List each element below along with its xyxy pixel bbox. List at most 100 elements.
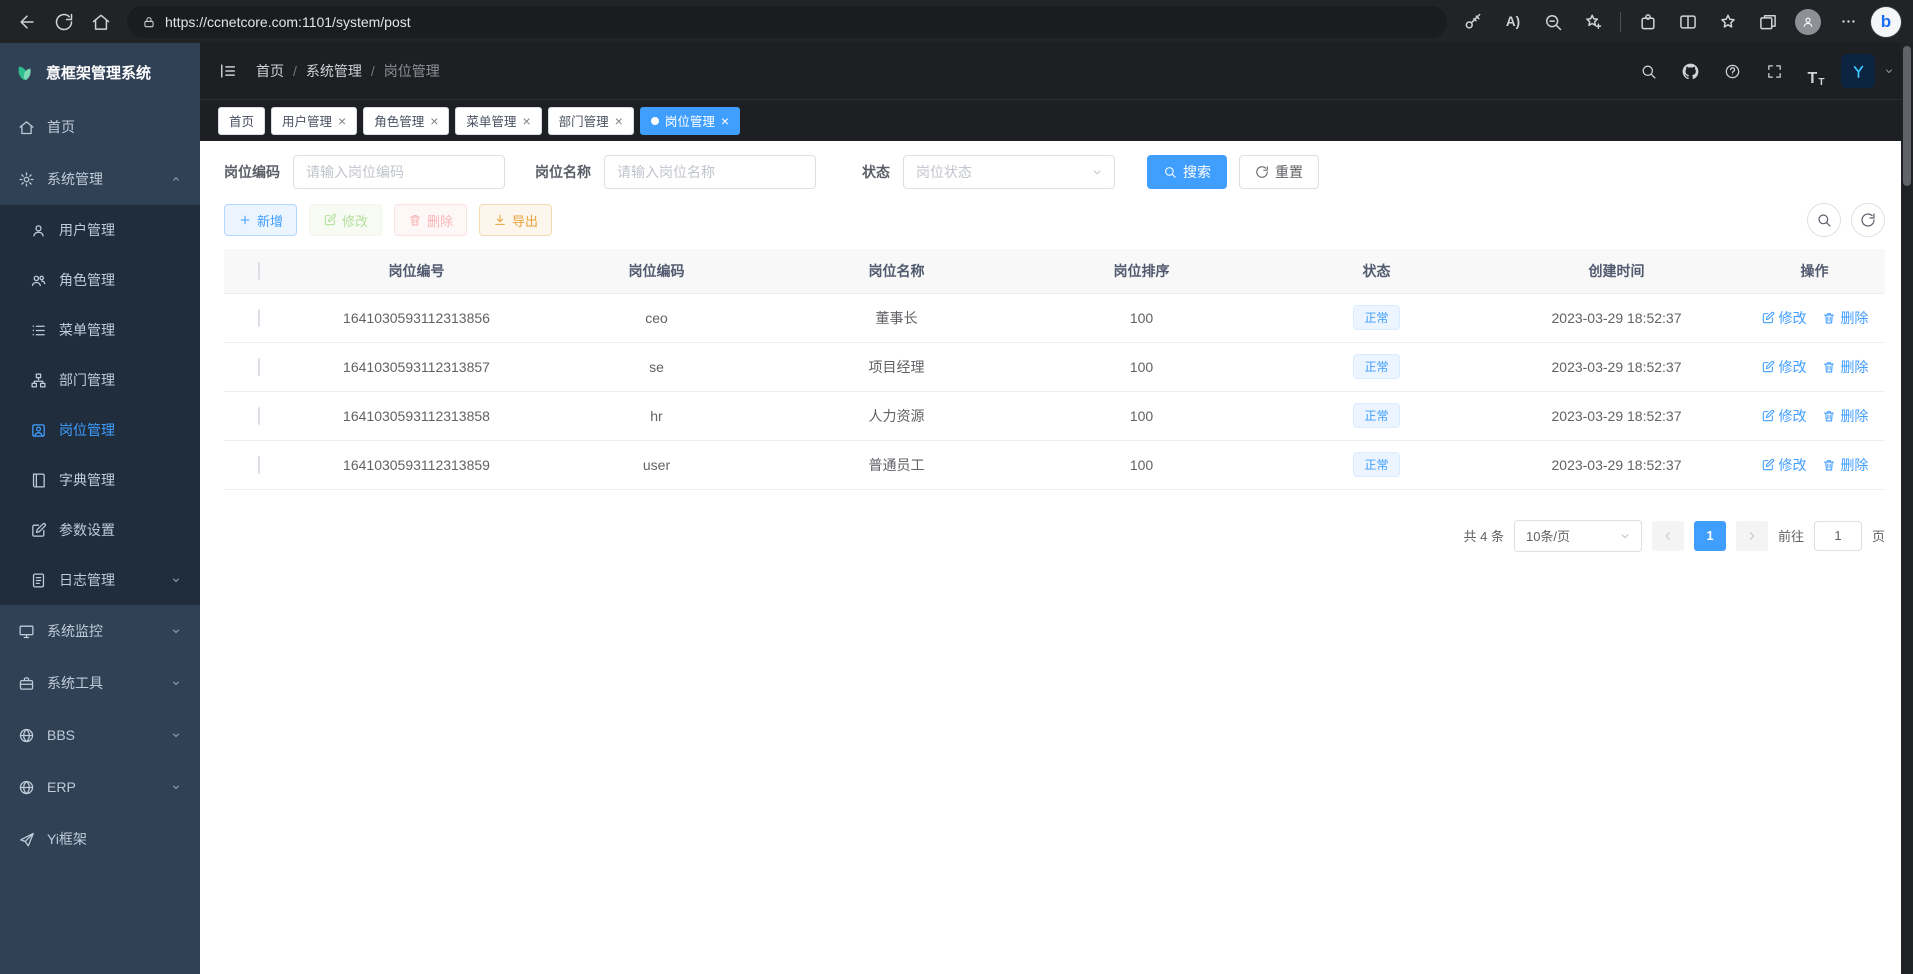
row-delete-button[interactable]: 删除 bbox=[1822, 406, 1868, 426]
password-key-icon[interactable] bbox=[1456, 5, 1490, 39]
avatar-caret-down-icon[interactable] bbox=[1883, 65, 1895, 77]
sidebar-item-log-mgmt[interactable]: 日志管理 bbox=[0, 555, 200, 605]
column-post-code: 岗位编码 bbox=[539, 249, 774, 293]
tab-home[interactable]: 首页 bbox=[218, 107, 265, 135]
row-checkbox[interactable] bbox=[258, 456, 260, 474]
page-size-select[interactable]: 10条/页 bbox=[1514, 520, 1642, 552]
post-name-input[interactable] bbox=[604, 155, 816, 189]
status-select[interactable]: 岗位状态 bbox=[903, 155, 1115, 189]
reset-button[interactable]: 重置 bbox=[1239, 155, 1319, 189]
sidebar-item-label: 系统管理 bbox=[47, 169, 158, 189]
cell-post-sort: 100 bbox=[1019, 342, 1264, 391]
page-number-button[interactable]: 1 bbox=[1694, 521, 1726, 551]
favorite-add-icon[interactable] bbox=[1576, 5, 1610, 39]
fullscreen-icon[interactable] bbox=[1757, 54, 1791, 88]
tab-close-icon[interactable]: × bbox=[522, 114, 530, 128]
read-aloud-icon[interactable]: A) bbox=[1496, 5, 1530, 39]
tab-role-mgmt[interactable]: 角色管理 × bbox=[363, 107, 449, 135]
row-edit-button[interactable]: 修改 bbox=[1761, 406, 1807, 426]
address-bar[interactable]: https://ccnetcore.com:1101/system/post bbox=[127, 6, 1447, 38]
collections-icon[interactable] bbox=[1751, 5, 1785, 39]
tab-close-icon[interactable]: × bbox=[338, 114, 346, 128]
breadcrumb-system[interactable]: 系统管理 bbox=[306, 61, 362, 81]
sidebar-item-dept-mgmt[interactable]: 部门管理 bbox=[0, 355, 200, 405]
sidebar-item-post-mgmt[interactable]: 岗位管理 bbox=[0, 405, 200, 455]
extensions-icon[interactable] bbox=[1631, 5, 1665, 39]
refresh-table-button[interactable] bbox=[1851, 203, 1885, 237]
row-checkbox[interactable] bbox=[258, 309, 260, 327]
chevron-down-icon bbox=[1090, 165, 1104, 179]
row-delete-button[interactable]: 删除 bbox=[1822, 455, 1868, 475]
browser-profile-avatar[interactable] bbox=[1791, 5, 1825, 39]
select-all-checkbox[interactable] bbox=[258, 262, 260, 280]
page-jump-input[interactable] bbox=[1814, 521, 1862, 551]
sidebar-fold-icon[interactable] bbox=[218, 61, 238, 81]
tab-close-icon[interactable]: × bbox=[615, 114, 623, 128]
row-edit-button[interactable]: 修改 bbox=[1761, 308, 1807, 328]
app-title: 意框架管理系统 bbox=[46, 62, 151, 83]
search-button[interactable]: 搜索 bbox=[1147, 155, 1227, 189]
sidebar-item-system-monitor[interactable]: 系统监控 bbox=[0, 605, 200, 657]
sidebar-item-user-mgmt[interactable]: 用户管理 bbox=[0, 205, 200, 255]
sidebar-item-erp[interactable]: ERP bbox=[0, 761, 200, 813]
sidebar-item-system-mgmt[interactable]: 系统管理 bbox=[0, 153, 200, 205]
tab-post-mgmt[interactable]: 岗位管理 × bbox=[640, 107, 740, 135]
sidebar-item-menu-mgmt[interactable]: 菜单管理 bbox=[0, 305, 200, 355]
refresh-icon[interactable] bbox=[47, 5, 81, 39]
breadcrumb-home[interactable]: 首页 bbox=[256, 61, 284, 81]
split-screen-icon[interactable] bbox=[1671, 5, 1705, 39]
row-delete-button[interactable]: 删除 bbox=[1822, 308, 1868, 328]
tab-dept-mgmt[interactable]: 部门管理 × bbox=[548, 107, 634, 135]
settings-more-icon[interactable] bbox=[1831, 5, 1865, 39]
cell-post-name: 普通员工 bbox=[774, 440, 1019, 489]
sidebar-item-label: 参数设置 bbox=[59, 520, 182, 540]
favorites-icon[interactable] bbox=[1711, 5, 1745, 39]
sidebar-item-dict-mgmt[interactable]: 字典管理 bbox=[0, 455, 200, 505]
row-edit-button[interactable]: 修改 bbox=[1761, 357, 1807, 377]
scrollbar-thumb[interactable] bbox=[1903, 46, 1911, 186]
edit-button[interactable]: 修改 bbox=[309, 204, 382, 236]
tab-close-icon[interactable]: × bbox=[430, 114, 438, 128]
post-code-input[interactable] bbox=[293, 155, 505, 189]
sidebar-item-role-mgmt[interactable]: 角色管理 bbox=[0, 255, 200, 305]
add-button[interactable]: 新增 bbox=[224, 204, 297, 236]
sidebar-item-bbs[interactable]: BBS bbox=[0, 709, 200, 761]
sidebar-item-yiframework[interactable]: Yi框架 bbox=[0, 813, 200, 865]
home-icon[interactable] bbox=[84, 5, 118, 39]
reset-button-label: 重置 bbox=[1275, 162, 1303, 182]
next-page-button[interactable] bbox=[1736, 521, 1768, 551]
back-icon[interactable] bbox=[10, 5, 44, 39]
tab-user-mgmt[interactable]: 用户管理 × bbox=[271, 107, 357, 135]
tab-menu-mgmt[interactable]: 菜单管理 × bbox=[455, 107, 541, 135]
toolbox-icon bbox=[18, 675, 35, 692]
row-checkbox[interactable] bbox=[258, 407, 260, 425]
copilot-bing-icon[interactable]: b bbox=[1871, 7, 1901, 37]
sidebar-item-home[interactable]: 首页 bbox=[0, 101, 200, 153]
user-avatar[interactable] bbox=[1841, 54, 1875, 88]
chevron-down-icon bbox=[1618, 529, 1632, 543]
sidebar-item-system-tools[interactable]: 系统工具 bbox=[0, 657, 200, 709]
row-checkbox[interactable] bbox=[258, 358, 260, 376]
page-scrollbar[interactable] bbox=[1901, 43, 1913, 974]
zoom-out-icon[interactable] bbox=[1536, 5, 1570, 39]
header-search-icon[interactable] bbox=[1631, 54, 1665, 88]
delete-button[interactable]: 删除 bbox=[394, 204, 467, 236]
search-icon bbox=[1163, 165, 1177, 179]
sidebar-item-label: 菜单管理 bbox=[59, 320, 182, 340]
help-question-icon[interactable] bbox=[1715, 54, 1749, 88]
gear-icon bbox=[18, 171, 35, 188]
row-delete-button[interactable]: 删除 bbox=[1822, 357, 1868, 377]
export-button[interactable]: 导出 bbox=[479, 204, 552, 236]
table-row: 1641030593112313856 ceo 董事长 100 正常 2023-… bbox=[224, 293, 1885, 342]
tab-close-icon[interactable]: × bbox=[721, 114, 729, 128]
post-badge-icon bbox=[30, 422, 47, 439]
sidebar-item-param-settings[interactable]: 参数设置 bbox=[0, 505, 200, 555]
github-icon[interactable] bbox=[1673, 54, 1707, 88]
toggle-search-button[interactable] bbox=[1807, 203, 1841, 237]
font-size-icon[interactable]: TT bbox=[1799, 54, 1833, 88]
prev-page-button[interactable] bbox=[1652, 521, 1684, 551]
add-button-label: 新增 bbox=[257, 211, 283, 230]
row-edit-button[interactable]: 修改 bbox=[1761, 455, 1807, 475]
post-code-label: 岗位编码 bbox=[224, 162, 280, 182]
cell-post-name: 董事长 bbox=[774, 293, 1019, 342]
